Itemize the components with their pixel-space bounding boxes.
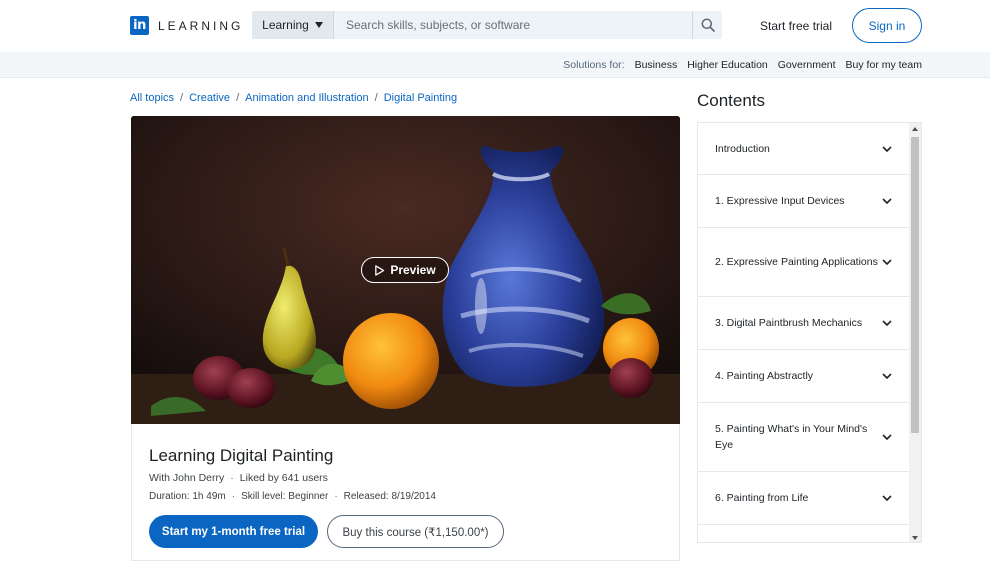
linkedin-logo-icon: in	[130, 16, 149, 35]
course-likes: Liked by 641 users	[239, 472, 328, 484]
buy-course-button[interactable]: Buy this course (₹1,150.00*)	[327, 515, 504, 548]
chapter-4[interactable]: 4. Painting Abstractly	[698, 350, 910, 403]
chapter-6[interactable]: 6. Painting from Life	[698, 472, 910, 525]
caret-down-icon	[314, 22, 323, 28]
search-category-select[interactable]: Learning	[252, 11, 334, 39]
chapter-title: 6. Painting from Life	[715, 492, 809, 504]
solutions-buy-for-team-link[interactable]: Buy for my team	[846, 59, 922, 71]
scroll-up-arrow-icon[interactable]	[912, 127, 918, 131]
course-author: With John Derry	[149, 472, 225, 484]
course-video-preview[interactable]: Preview	[131, 116, 680, 424]
chevron-down-icon	[882, 320, 892, 326]
chevron-down-icon	[882, 434, 892, 440]
contents-list: Introduction 1. Expressive Input Devices…	[697, 122, 922, 543]
chevron-down-icon	[882, 373, 892, 379]
chapter-5[interactable]: 5. Painting What's in Your Mind's Eye	[698, 403, 910, 472]
scrollbar-thumb[interactable]	[911, 137, 919, 433]
chapter-title: 2. Expressive Painting Applications	[715, 256, 878, 268]
meta-dot: ·	[334, 491, 338, 502]
breadcrumb-animation-illustration[interactable]: Animation and Illustration	[245, 92, 369, 104]
chapter-3[interactable]: 3. Digital Paintbrush Mechanics	[698, 297, 910, 350]
chapter-introduction[interactable]: Introduction	[698, 123, 910, 175]
chapter-title: Introduction	[715, 142, 770, 155]
start-free-trial-button[interactable]: Start my 1-month free trial	[149, 515, 318, 548]
chevron-down-icon	[882, 145, 892, 152]
chapter-title: 5. Painting What's in Your Mind's Eye	[715, 423, 868, 451]
course-title: Learning Digital Painting	[149, 446, 334, 465]
solutions-bar: Solutions for: Business Higher Education…	[0, 52, 990, 78]
contents-scrollbar[interactable]	[909, 123, 921, 542]
course-details-meta: Duration: 1h 49m · Skill level: Beginner…	[149, 491, 436, 502]
chapter-2[interactable]: 2. Expressive Painting Applications	[698, 228, 910, 297]
search-category-label: Learning	[262, 18, 309, 32]
course-author-meta: With John Derry · Liked by 641 users	[149, 472, 328, 484]
chevron-down-icon	[882, 198, 892, 204]
breadcrumb: All topics / Creative / Animation and Il…	[130, 92, 457, 104]
sign-in-button[interactable]: Sign in	[852, 8, 922, 43]
course-duration: Duration: 1h 49m	[149, 491, 226, 502]
solutions-business-link[interactable]: Business	[635, 59, 678, 71]
start-free-trial-link[interactable]: Start free trial	[760, 19, 832, 33]
preview-label: Preview	[390, 263, 436, 277]
meta-dot: ·	[230, 472, 234, 484]
chapter-title: 1. Expressive Input Devices	[715, 195, 845, 207]
contents-heading: Contents	[697, 91, 766, 110]
preview-button[interactable]: Preview	[361, 257, 449, 283]
search-bar: Learning	[252, 11, 722, 39]
chevron-down-icon	[882, 259, 892, 265]
play-icon	[375, 264, 385, 276]
breadcrumb-separator: /	[180, 92, 184, 104]
course-info-card: Learning Digital Painting With John Derr…	[131, 424, 680, 561]
breadcrumb-creative[interactable]: Creative	[189, 92, 230, 104]
search-button[interactable]	[692, 11, 722, 39]
breadcrumb-separator: /	[236, 92, 240, 104]
course-released: Released: 8/19/2014	[343, 491, 436, 502]
logo-text: LEARNING	[158, 18, 244, 33]
chapter-title: 4. Painting Abstractly	[715, 370, 814, 382]
solutions-links: Solutions for: Business Higher Education…	[553, 59, 922, 71]
search-icon	[701, 18, 715, 32]
solutions-government-link[interactable]: Government	[778, 59, 836, 71]
breadcrumb-digital-painting[interactable]: Digital Painting	[384, 92, 457, 104]
search-input[interactable]	[334, 11, 692, 39]
linkedin-learning-logo[interactable]: in LEARNING	[130, 16, 243, 35]
breadcrumb-separator: /	[374, 92, 378, 104]
solutions-label: Solutions for:	[563, 59, 625, 71]
chapter-title: 3. Digital Paintbrush Mechanics	[715, 317, 863, 329]
breadcrumb-all-topics[interactable]: All topics	[130, 92, 174, 104]
meta-dot: ·	[231, 491, 236, 502]
solutions-higher-education-link[interactable]: Higher Education	[687, 59, 768, 71]
chevron-down-icon	[882, 495, 892, 501]
chapter-1[interactable]: 1. Expressive Input Devices	[698, 175, 910, 228]
scroll-down-arrow-icon[interactable]	[912, 536, 918, 540]
top-navbar: in LEARNING Learning Start free trial Si…	[0, 0, 990, 52]
course-skill-level: Skill level: Beginner	[241, 491, 329, 502]
